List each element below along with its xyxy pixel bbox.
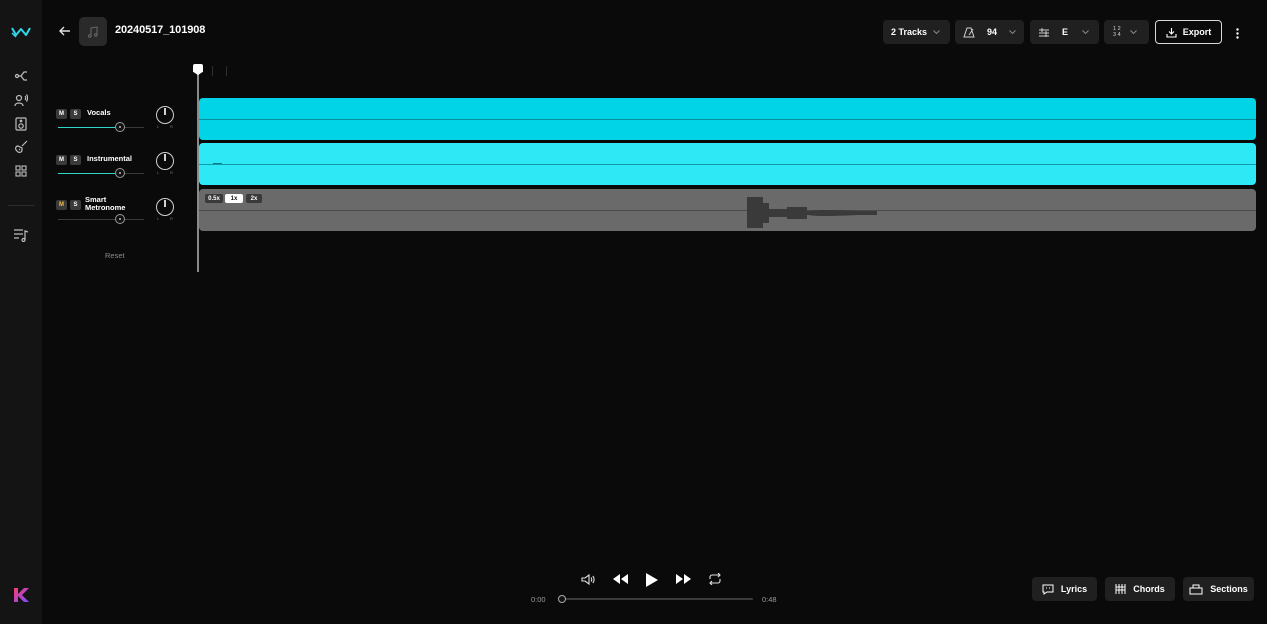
ruler-tick (212, 66, 213, 76)
total-time: 0:48 (762, 595, 777, 604)
fast-forward-button[interactable] (675, 571, 691, 587)
speed-button-1x[interactable]: 1x (225, 194, 243, 203)
mute-button[interactable]: M (56, 200, 67, 210)
time-signature-dropdown[interactable]: 1 2 3 4 (1104, 20, 1149, 44)
pan-right-label: R (170, 124, 173, 129)
loop-button[interactable] (707, 571, 723, 587)
more-options-button[interactable] (1230, 24, 1244, 42)
back-button[interactable] (56, 22, 74, 40)
lyrics-button[interactable]: Lyrics (1032, 577, 1097, 601)
chords-button[interactable]: Chords (1105, 577, 1175, 601)
lyrics-label: Lyrics (1060, 584, 1088, 594)
volume-slider-knob[interactable] (114, 214, 125, 224)
tracks-dropdown[interactable]: 2 Tracks (883, 20, 950, 44)
brand-logo-icon[interactable] (11, 585, 31, 605)
volume-slider[interactable] (58, 127, 144, 128)
waveform-baseline (199, 210, 1256, 211)
time-signature-icon: 1 2 3 4 (1113, 26, 1121, 38)
track-name: Instrumental (87, 154, 133, 163)
progress-knob[interactable] (558, 595, 566, 603)
file-title: 20240517_101908 (115, 24, 206, 36)
waveform-blip (213, 163, 222, 164)
solo-button[interactable]: S (70, 200, 81, 210)
reset-button[interactable]: Reset (105, 251, 125, 260)
solo-button[interactable]: S (70, 155, 81, 165)
speed-button-2x[interactable]: 2x (246, 194, 262, 203)
play-button[interactable] (644, 571, 660, 589)
pan-left-label: L (157, 124, 160, 129)
metronome-waveform (747, 197, 897, 228)
back-arrow-icon (59, 26, 70, 36)
split-icon[interactable] (11, 66, 31, 86)
key-adjust-icon (1039, 27, 1049, 37)
file-thumbnail (79, 17, 107, 46)
pan-left-label: L (157, 170, 160, 175)
ruler-tick (226, 66, 227, 76)
music-note-icon (88, 25, 98, 38)
rewind-button[interactable] (612, 571, 628, 587)
current-time: 0:00 (531, 595, 546, 604)
track-name-line2: Metronome (85, 203, 126, 212)
pan-knob[interactable] (156, 198, 174, 216)
rewind-icon (612, 574, 628, 584)
pan-right-label: R (170, 216, 173, 221)
sections-button[interactable]: Sections (1183, 577, 1254, 601)
tempo-dropdown[interactable]: 94 (955, 20, 1024, 44)
play-icon (646, 573, 658, 587)
grid-icon[interactable] (11, 161, 31, 181)
speaker-icon[interactable] (11, 114, 31, 134)
playlist-icon[interactable] (11, 225, 31, 245)
loop-icon (709, 573, 721, 585)
chords-label: Chords (1133, 584, 1165, 594)
track-lane-instrumental[interactable] (199, 143, 1256, 185)
mute-button[interactable]: M (56, 155, 67, 165)
sidebar (0, 0, 42, 624)
volume-slider[interactable] (58, 219, 144, 220)
pan-right-label: R (170, 170, 173, 175)
pan-knob[interactable] (156, 106, 174, 124)
track-lane-vocals[interactable] (199, 98, 1256, 140)
solo-button[interactable]: S (70, 109, 81, 119)
pan-left-label: L (157, 216, 160, 221)
waveform-baseline (199, 164, 1256, 165)
chevron-down-icon (1129, 30, 1137, 34)
mute-button[interactable]: M (56, 109, 67, 119)
waveform-baseline (199, 119, 1256, 120)
volume-slider[interactable] (58, 173, 144, 174)
voice-icon[interactable] (11, 90, 31, 110)
guitar-icon[interactable] (11, 137, 31, 157)
key-value: E (1062, 27, 1069, 37)
track-lane-metronome[interactable]: 0.5x 1x 2x (199, 189, 1256, 231)
speed-button-0-5x[interactable]: 0.5x (205, 194, 223, 203)
playhead-handle[interactable] (193, 64, 203, 75)
volume-slider-knob[interactable] (114, 168, 125, 178)
main-area: 20240517_101908 2 Tracks 94 E 1 2 3 4 Ex… (42, 0, 1267, 624)
volume-button[interactable] (580, 571, 596, 587)
progress-bar[interactable] (558, 595, 753, 603)
sidebar-divider (8, 205, 34, 206)
fast-forward-icon (675, 574, 691, 584)
volume-slider-knob[interactable] (114, 122, 125, 132)
download-icon (1166, 27, 1177, 38)
logo-wave-icon[interactable] (11, 22, 31, 42)
export-label: Export (1182, 27, 1212, 37)
chords-icon (1115, 584, 1126, 594)
metronome-icon (963, 27, 975, 37)
more-vertical-icon (1235, 27, 1239, 39)
tempo-value: 94 (987, 27, 998, 37)
key-dropdown[interactable]: E (1030, 20, 1099, 44)
pan-knob[interactable] (156, 152, 174, 170)
chevron-down-icon (1009, 30, 1016, 34)
lyrics-icon (1042, 584, 1054, 595)
volume-icon (581, 573, 595, 585)
chevron-down-icon (1082, 30, 1089, 34)
export-button[interactable]: Export (1155, 20, 1222, 44)
sections-icon (1189, 584, 1203, 594)
sections-label: Sections (1210, 584, 1248, 594)
tracks-label: 2 Tracks (891, 27, 928, 37)
track-name: Vocals (87, 108, 111, 117)
chevron-down-icon (933, 30, 940, 34)
